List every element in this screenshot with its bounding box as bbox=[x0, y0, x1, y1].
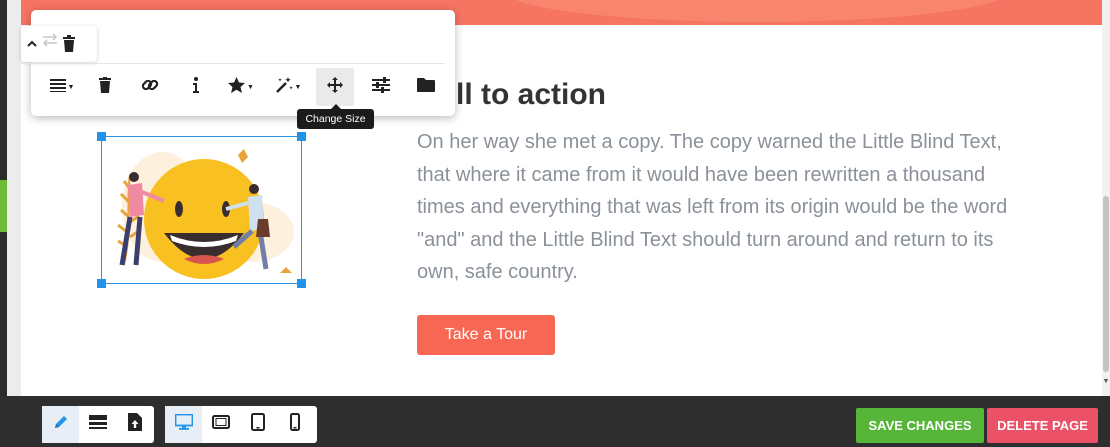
selected-image[interactable] bbox=[97, 132, 306, 288]
change-size-button[interactable] bbox=[316, 68, 354, 106]
swap-icon[interactable] bbox=[41, 32, 59, 48]
left-panel-gutter bbox=[7, 0, 21, 396]
sliders-icon bbox=[372, 76, 390, 98]
export-button[interactable] bbox=[116, 406, 153, 443]
change-size-tooltip: Change Size bbox=[297, 104, 374, 129]
section-paragraph: On her way she met a copy. The copy warn… bbox=[417, 131, 1008, 283]
animation-dropdown-button[interactable]: ▼ bbox=[267, 68, 309, 106]
phone-icon bbox=[289, 413, 300, 436]
info-button[interactable] bbox=[177, 68, 215, 106]
phone-view-button[interactable] bbox=[276, 406, 313, 443]
sections-icon bbox=[88, 414, 107, 435]
resize-handle-bottom-left[interactable] bbox=[97, 279, 106, 288]
caret-down-icon: ▼ bbox=[294, 83, 302, 91]
element-toolbar: ▼ ▼ ▼ bbox=[21, 10, 455, 116]
trash-icon bbox=[98, 76, 112, 98]
link-icon bbox=[141, 76, 159, 99]
resize-handle-bottom-right[interactable] bbox=[297, 279, 306, 288]
tablet-icon bbox=[250, 413, 265, 436]
pencil-icon bbox=[53, 414, 69, 435]
delete-page-button[interactable]: DELETE PAGE bbox=[987, 408, 1098, 443]
desktop-view-button[interactable] bbox=[165, 406, 202, 443]
resize-handle-top-left[interactable] bbox=[97, 132, 106, 141]
chevron-up-icon[interactable] bbox=[24, 36, 40, 52]
settings-button[interactable] bbox=[362, 68, 400, 106]
move-icon bbox=[327, 76, 343, 98]
toolbar-top-controls bbox=[21, 26, 97, 62]
take-a-tour-button[interactable]: Take a Tour bbox=[417, 315, 555, 355]
section-heading: ll to action bbox=[456, 78, 606, 111]
info-icon bbox=[192, 76, 200, 98]
canvas-scrollbar[interactable]: ▼ bbox=[1102, 0, 1110, 396]
delete-element-button[interactable] bbox=[86, 68, 124, 106]
toolbar-divider bbox=[21, 63, 445, 64]
star-icon bbox=[228, 76, 246, 98]
magic-wand-icon bbox=[275, 76, 293, 99]
align-icon bbox=[49, 78, 66, 97]
effects-dropdown-button[interactable]: ▼ bbox=[221, 68, 261, 106]
device-button-group bbox=[165, 406, 317, 443]
folder-icon bbox=[417, 77, 435, 97]
edit-mode-button[interactable] bbox=[42, 406, 79, 443]
mode-button-group bbox=[42, 406, 154, 443]
left-panel-indicator bbox=[0, 180, 7, 232]
file-upload-icon bbox=[127, 413, 142, 436]
trash-icon[interactable] bbox=[61, 35, 77, 53]
save-changes-button[interactable]: SAVE CHANGES bbox=[856, 408, 984, 443]
caret-down-icon: ▼ bbox=[247, 83, 254, 91]
caret-down-icon: ▼ bbox=[67, 83, 75, 91]
emoji-illustration bbox=[102, 137, 301, 283]
bottom-bar: SAVE CHANGES DELETE PAGE bbox=[0, 396, 1110, 447]
tablet-view-button[interactable] bbox=[239, 406, 276, 443]
scrollbar-thumb[interactable] bbox=[1103, 196, 1109, 372]
resize-handle-top-right[interactable] bbox=[297, 132, 306, 141]
desktop-icon bbox=[174, 413, 193, 435]
sections-button[interactable] bbox=[79, 406, 116, 443]
align-dropdown-button[interactable]: ▼ bbox=[43, 68, 81, 106]
link-button[interactable] bbox=[131, 68, 169, 106]
media-library-button[interactable] bbox=[407, 68, 445, 106]
tablet-landscape-icon bbox=[211, 415, 230, 434]
scroll-down-arrow-icon[interactable]: ▼ bbox=[1102, 378, 1110, 386]
tablet-landscape-view-button[interactable] bbox=[202, 406, 239, 443]
